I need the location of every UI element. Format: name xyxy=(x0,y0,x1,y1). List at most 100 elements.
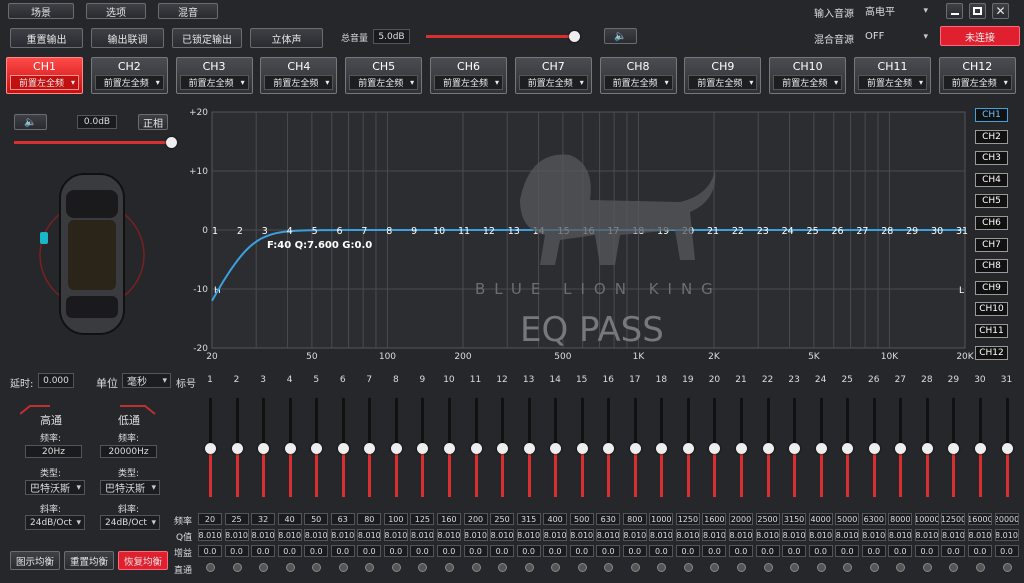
band-freq-input[interactable]: 4000 xyxy=(808,513,833,525)
band-gain-input[interactable]: 0.0 xyxy=(383,545,408,557)
band-q-input[interactable]: 8.010 xyxy=(835,529,860,541)
lowpass-slope-select[interactable]: 24dB/Oct xyxy=(100,515,160,530)
eq-band-marker[interactable]: 28 xyxy=(881,226,893,237)
band-gain-knob[interactable] xyxy=(1001,442,1013,454)
options-menu-button[interactable]: 选项 xyxy=(86,3,146,19)
band-gain-knob[interactable] xyxy=(205,442,216,454)
band-gain-input[interactable]: 0.0 xyxy=(490,545,515,557)
stereo-button[interactable]: 立体声 xyxy=(250,28,323,48)
band-q-input[interactable]: 8.010 xyxy=(304,529,329,541)
band-q-input[interactable]: 8.010 xyxy=(622,529,647,541)
band-bypass-toggle[interactable] xyxy=(391,563,401,572)
channel-tab-ch1[interactable]: CH1 前置左全频 xyxy=(6,57,83,94)
maximize-button[interactable] xyxy=(969,3,986,19)
band-gain-knob[interactable] xyxy=(470,442,482,454)
close-button[interactable]: ✕ xyxy=(992,3,1009,19)
band-bypass-toggle[interactable] xyxy=(816,563,826,572)
band-gain-input[interactable]: 0.0 xyxy=(622,545,647,557)
reset-eq-button[interactable]: 重置均衡 xyxy=(64,551,114,570)
channel-mode-select[interactable]: 前置左全频 xyxy=(942,75,1012,90)
eq-band-marker[interactable]: 6 xyxy=(336,226,342,237)
band-gain-knob[interactable] xyxy=(921,442,933,454)
band-freq-input[interactable]: 400 xyxy=(543,513,568,525)
band-bypass-toggle[interactable] xyxy=(922,563,932,572)
graph-channel-ch9[interactable]: CH9 xyxy=(975,280,1008,295)
band-bypass-toggle[interactable] xyxy=(1002,563,1012,572)
lowpass-type-select[interactable]: 巴特沃斯 xyxy=(100,480,160,495)
band-gain-input[interactable]: 0.0 xyxy=(569,545,594,557)
band-gain-knob[interactable] xyxy=(895,442,907,454)
band-gain-knob[interactable] xyxy=(337,442,349,454)
eq-band-marker[interactable]: 1 xyxy=(212,226,218,237)
band-gain-input[interactable]: 0.0 xyxy=(198,545,222,557)
highpass-type-select[interactable]: 巴特沃斯 xyxy=(25,480,85,495)
channel-gain-knob[interactable] xyxy=(165,137,177,148)
unit-select[interactable]: 毫秒 xyxy=(122,373,171,388)
speaker-position-marker[interactable] xyxy=(40,232,48,244)
band-freq-input[interactable]: 10000 xyxy=(914,513,939,525)
band-q-input[interactable]: 8.010 xyxy=(543,529,568,541)
band-freq-input[interactable]: 2500 xyxy=(755,513,780,525)
band-gain-knob[interactable] xyxy=(550,442,562,454)
highpass-freq-input[interactable]: 20Hz xyxy=(25,445,82,458)
band-bypass-toggle[interactable] xyxy=(418,563,428,572)
band-bypass-toggle[interactable] xyxy=(471,563,481,572)
band-freq-input[interactable]: 50 xyxy=(304,513,329,525)
band-gain-knob[interactable] xyxy=(364,442,376,454)
band-q-input[interactable]: 8.010 xyxy=(861,529,886,541)
channel-mute-button[interactable]: 🔈 xyxy=(14,114,47,130)
eq-band-marker[interactable]: 4 xyxy=(287,226,293,237)
band-freq-input[interactable]: 20000 xyxy=(994,513,1019,525)
channel-tab-ch7[interactable]: CH7 前置左全频 xyxy=(514,57,592,94)
channel-tab-ch5[interactable]: CH5 前置左全频 xyxy=(345,57,423,94)
channel-mode-select[interactable]: 前置左全频 xyxy=(10,75,79,90)
band-freq-input[interactable]: 80 xyxy=(357,513,382,525)
band-gain-knob[interactable] xyxy=(682,442,694,454)
band-gain-input[interactable]: 0.0 xyxy=(277,545,302,557)
band-q-input[interactable]: 8.010 xyxy=(994,529,1019,541)
minimize-button[interactable] xyxy=(946,3,963,19)
band-gain-input[interactable]: 0.0 xyxy=(516,545,541,557)
band-q-input[interactable]: 8.010 xyxy=(675,529,700,541)
channel-mode-select[interactable]: 前置左全频 xyxy=(349,75,419,90)
eq-band-marker[interactable]: 24 xyxy=(782,226,794,237)
band-q-input[interactable]: 8.010 xyxy=(383,529,408,541)
band-q-input[interactable]: 8.010 xyxy=(888,529,913,541)
channel-tab-ch8[interactable]: CH8 前置左全频 xyxy=(599,57,677,94)
channel-mode-select[interactable]: 前置左全频 xyxy=(179,75,249,90)
band-gain-input[interactable]: 0.0 xyxy=(675,545,700,557)
band-gain-knob[interactable] xyxy=(443,442,455,454)
band-q-input[interactable]: 8.010 xyxy=(330,529,355,541)
band-gain-input[interactable]: 0.0 xyxy=(808,545,833,557)
channel-tab-ch11[interactable]: CH11 前置左全频 xyxy=(854,57,931,94)
band-q-input[interactable]: 8.010 xyxy=(410,529,435,541)
band-bypass-toggle[interactable] xyxy=(683,563,693,572)
band-bypass-toggle[interactable] xyxy=(551,563,561,572)
band-bypass-toggle[interactable] xyxy=(710,563,720,572)
mix-menu-button[interactable]: 混音 xyxy=(158,3,218,19)
band-q-input[interactable]: 8.010 xyxy=(729,529,753,541)
band-bypass-toggle[interactable] xyxy=(763,563,773,572)
lowpass-freq-input[interactable]: 20000Hz xyxy=(100,445,157,458)
band-gain-input[interactable]: 0.0 xyxy=(994,545,1019,557)
band-bypass-toggle[interactable] xyxy=(630,563,640,572)
reset-output-button[interactable]: 重置输出 xyxy=(10,28,83,48)
band-gain-knob[interactable] xyxy=(948,442,960,454)
master-volume-knob[interactable] xyxy=(568,31,580,42)
band-gain-knob[interactable] xyxy=(258,442,270,454)
band-freq-input[interactable]: 1000 xyxy=(649,513,674,525)
band-gain-input[interactable]: 0.0 xyxy=(835,545,860,557)
channel-gain-slider[interactable] xyxy=(14,137,177,148)
band-freq-input[interactable]: 40 xyxy=(277,513,302,525)
band-bypass-toggle[interactable] xyxy=(975,563,985,572)
band-gain-knob[interactable] xyxy=(868,442,880,454)
master-volume-value[interactable]: 5.0dB xyxy=(373,29,410,44)
channel-mode-select[interactable]: 前置左全频 xyxy=(773,75,843,90)
band-bypass-toggle[interactable] xyxy=(498,563,508,572)
band-gain-input[interactable]: 0.0 xyxy=(330,545,355,557)
band-gain-input[interactable]: 0.0 xyxy=(729,545,753,557)
input-source-select[interactable]: 高电平 xyxy=(860,3,932,18)
band-gain-input[interactable]: 0.0 xyxy=(304,545,329,557)
band-freq-input[interactable]: 125 xyxy=(410,513,435,525)
graph-channel-ch12[interactable]: CH12 xyxy=(975,345,1008,360)
